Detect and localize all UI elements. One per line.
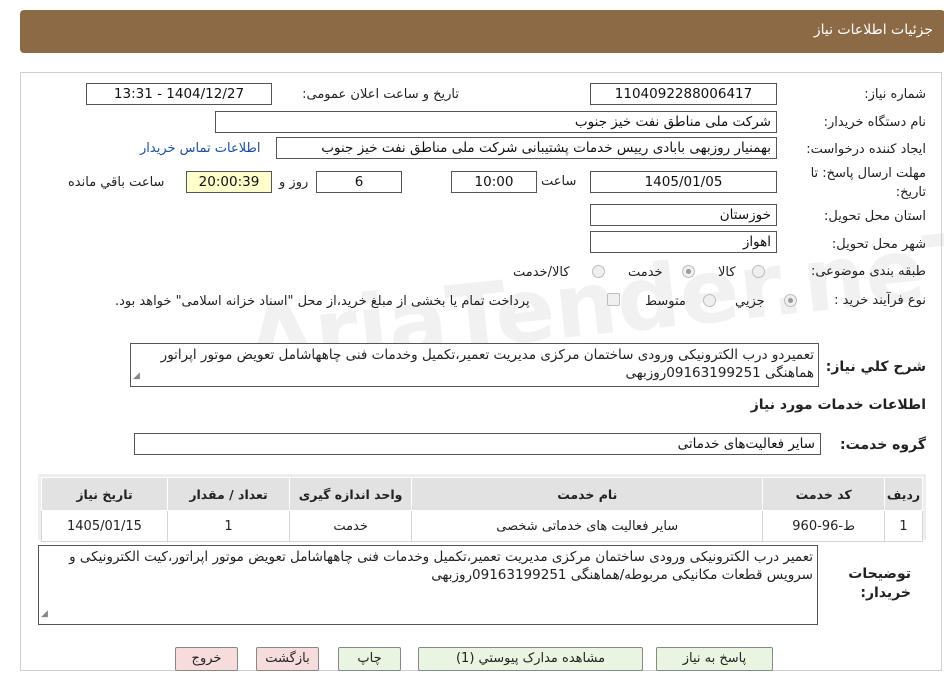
col-row-number: رديف — [884, 477, 923, 511]
remaining-days-label: روز و — [279, 175, 309, 190]
buyer-notes-text: تعمیر درب الکترونیکی ورودی ساختمان مرکزی… — [69, 549, 813, 583]
category-radio-service[interactable] — [682, 265, 695, 278]
back-button[interactable]: بازگشت — [256, 647, 319, 671]
category-label: طبقه بندی موضوعی: — [810, 264, 926, 279]
province-field: خوزستان — [590, 204, 777, 226]
announce-datetime-label: تاریخ و ساعت اعلان عمومی: — [302, 87, 459, 102]
cell-service-code: ط-96-960 — [762, 510, 886, 542]
deadline-time-label: ساعت — [541, 174, 577, 189]
page-title: جزئیات اطلاعات نیاز — [813, 22, 933, 38]
requester-label: ایجاد کننده درخواست: — [806, 142, 926, 157]
services-table-header: رديف كد خدمت نام خدمت واحد اندازه گیری ت… — [41, 477, 923, 511]
process-radio-medium[interactable] — [703, 294, 716, 307]
announce-datetime-field: 1404/12/27 - 13:31 — [86, 83, 272, 105]
col-service-code: كد خدمت — [762, 477, 886, 511]
exit-button[interactable]: خروج — [175, 647, 238, 671]
cell-row-number: 1 — [884, 510, 923, 542]
attachments-button[interactable]: مشاهده مدارک پیوستي (1) — [418, 647, 643, 671]
process-radio-minor[interactable] — [784, 294, 797, 307]
treasury-note: پرداخت تمام یا بخشی از مبلغ خرید،از محل … — [115, 294, 530, 309]
deadline-label-date: تاریخ: — [895, 185, 926, 200]
remaining-days-field: 6 — [316, 171, 402, 193]
service-group-label: گروه خدمت: — [840, 437, 926, 453]
remaining-time-label: ساعت باقي مانده — [68, 175, 165, 190]
category-radio-goods[interactable] — [752, 265, 765, 278]
page-header: جزئیات اطلاعات نیاز — [20, 10, 944, 53]
col-quantity: تعداد / مقدار — [166, 477, 291, 511]
cell-need-date: 1405/01/15 — [41, 510, 168, 542]
buyer-org-field: شرکت ملی مناطق نفت خیز جنوب — [215, 111, 777, 133]
cell-quantity: 1 — [166, 510, 291, 542]
col-unit: واحد اندازه گیری — [289, 477, 413, 511]
deadline-time-field: 10:00 — [451, 171, 537, 193]
cell-unit: خدمت — [289, 510, 413, 542]
treasury-checkbox[interactable] — [607, 293, 620, 306]
buyer-org-label: نام دستگاه خریدار: — [823, 115, 926, 130]
requester-field: بهمنیار روزبهی بابادی رییس خدمات پشتیبان… — [276, 137, 777, 159]
need-number-field: 1104092288006417 — [590, 83, 777, 105]
buyer-notes-label: توضیحات — [848, 566, 911, 582]
process-option-minor: جزيي — [735, 294, 765, 309]
deadline-label: مهلت ارسال پاسخ: تا — [810, 166, 926, 181]
services-section-title: اطلاعات خدمات مورد نیاز — [750, 397, 926, 413]
buyer-contact-link[interactable]: اطلاعات تماس خریدار — [140, 141, 260, 156]
remaining-time-field: 20:00:39 — [186, 171, 272, 193]
services-table-container: رديف كد خدمت نام خدمت واحد اندازه گیری ت… — [38, 474, 926, 542]
city-field: اهواز — [590, 231, 777, 253]
need-number-label: شماره نیاز: — [864, 87, 926, 102]
deadline-date-field: 1405/01/05 — [590, 171, 777, 193]
print-button[interactable]: چاپ — [338, 647, 401, 671]
city-label: شهر محل تحویل: — [831, 237, 926, 252]
col-service-name: نام خدمت — [411, 477, 764, 511]
description-label: شرح كلي نياز: — [825, 359, 926, 375]
buyer-notes-textarea[interactable]: تعمیر درب الکترونیکی ورودی ساختمان مرکزی… — [38, 545, 818, 625]
service-group-field: سایر فعالیت‌های خدماتی — [134, 433, 821, 455]
description-text: تعمیردو درب الکترونیکی ورودی ساختمان مرک… — [160, 347, 814, 381]
table-row: 1 ط-96-960 سایر فعالیت های خدماتی شخصی خ… — [41, 510, 923, 542]
category-option-service: خدمت — [628, 265, 663, 280]
category-radio-goods-service[interactable] — [592, 265, 605, 278]
category-option-goods: كالا — [718, 265, 736, 280]
process-option-medium: متوسط — [645, 294, 686, 309]
resize-grip-icon[interactable]: ◢ — [41, 605, 48, 623]
col-need-date: تاريخ نياز — [41, 477, 168, 511]
category-option-goods-service: كالا/خدمت — [513, 265, 570, 280]
services-table: رديف كد خدمت نام خدمت واحد اندازه گیری ت… — [41, 477, 923, 542]
reply-button[interactable]: پاسخ به نیاز — [656, 647, 773, 671]
province-label: استان محل تحویل: — [824, 209, 926, 224]
cell-service-name: سایر فعالیت های خدماتی شخصی — [411, 510, 764, 542]
process-label: نوع فرآیند خرید : — [834, 293, 926, 308]
buyer-notes-label-2: خریدار: — [860, 585, 911, 601]
description-textarea[interactable]: تعمیردو درب الکترونیکی ورودی ساختمان مرک… — [130, 343, 819, 387]
resize-grip-icon[interactable]: ◢ — [133, 367, 140, 385]
